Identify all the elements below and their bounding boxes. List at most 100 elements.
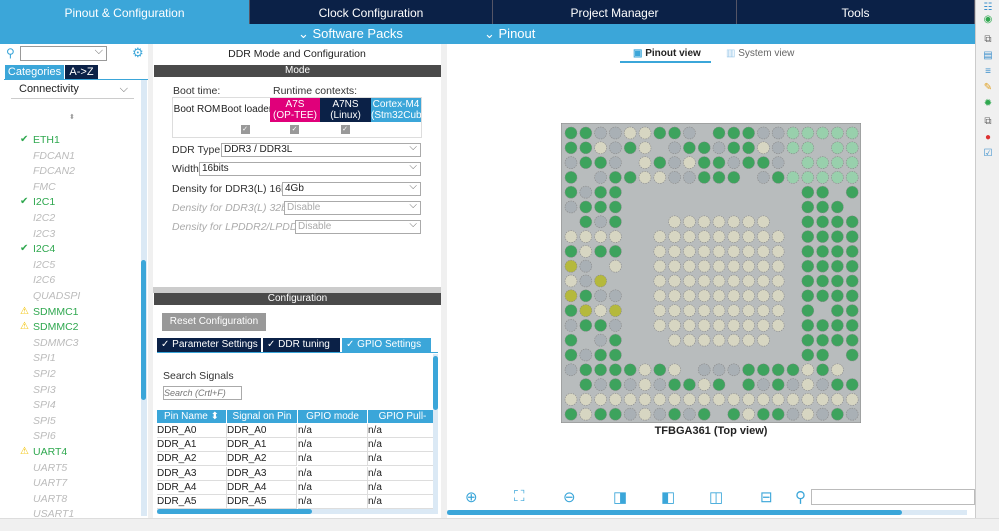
table-cell[interactable]: DDR_A3 bbox=[157, 466, 227, 481]
pin[interactable] bbox=[816, 363, 829, 377]
pin[interactable] bbox=[653, 245, 667, 258]
pin[interactable] bbox=[609, 171, 622, 184]
context-checkbox[interactable]: ✓ bbox=[290, 125, 299, 134]
pin[interactable] bbox=[609, 378, 622, 391]
pin[interactable] bbox=[594, 348, 607, 362]
pin[interactable] bbox=[609, 141, 622, 155]
tab-ddr-tuning[interactable]: ✓ DDR tuning bbox=[263, 338, 340, 352]
pin[interactable] bbox=[564, 141, 578, 155]
pin[interactable] bbox=[742, 156, 755, 169]
pin[interactable] bbox=[845, 185, 859, 199]
pin[interactable] bbox=[845, 407, 859, 421]
sidebar-item[interactable]: ⚠ SDMMC1 bbox=[20, 306, 79, 318]
pin[interactable] bbox=[816, 230, 829, 243]
pin[interactable] bbox=[623, 393, 637, 406]
sidebar-item[interactable]: ✔ ETH1 bbox=[20, 134, 60, 146]
sidebar-item[interactable]: UART8 bbox=[33, 493, 67, 505]
sidebar-item[interactable]: SDMMC3 bbox=[33, 337, 79, 349]
pin[interactable] bbox=[638, 393, 652, 406]
sidebar-item[interactable]: ✔ I2C1 bbox=[20, 196, 55, 208]
flip-horizontal-icon[interactable]: ⊟ bbox=[760, 488, 773, 506]
pin[interactable] bbox=[801, 156, 815, 169]
pin[interactable] bbox=[683, 274, 696, 288]
pin[interactable] bbox=[683, 215, 696, 229]
chip-icon[interactable]: ✹ bbox=[982, 98, 994, 110]
pin[interactable] bbox=[727, 230, 741, 243]
pin[interactable] bbox=[742, 289, 755, 303]
pin[interactable] bbox=[771, 393, 785, 406]
pin[interactable] bbox=[653, 156, 667, 169]
pin[interactable] bbox=[653, 259, 667, 273]
pin[interactable] bbox=[742, 215, 755, 229]
pin[interactable] bbox=[638, 407, 652, 421]
pin[interactable] bbox=[712, 141, 726, 155]
tool-icon[interactable]: ✎ bbox=[982, 82, 994, 94]
pin[interactable] bbox=[831, 215, 844, 229]
pin[interactable] bbox=[727, 215, 741, 229]
pin[interactable] bbox=[742, 141, 755, 155]
pin[interactable] bbox=[609, 200, 622, 214]
pin[interactable] bbox=[771, 274, 785, 288]
pin[interactable] bbox=[697, 333, 711, 347]
pin[interactable] bbox=[683, 407, 696, 421]
pin[interactable] bbox=[771, 289, 785, 303]
pin[interactable] bbox=[757, 259, 770, 273]
pin[interactable] bbox=[757, 171, 770, 184]
pin[interactable] bbox=[845, 378, 859, 391]
pin[interactable] bbox=[757, 215, 770, 229]
pin[interactable] bbox=[771, 141, 785, 155]
pin[interactable] bbox=[712, 289, 726, 303]
pin[interactable] bbox=[801, 171, 815, 184]
pin[interactable] bbox=[757, 319, 770, 332]
pin[interactable] bbox=[594, 393, 607, 406]
pin[interactable] bbox=[712, 319, 726, 332]
sidebar-item[interactable]: SPI6 bbox=[33, 430, 56, 442]
pin[interactable] bbox=[771, 407, 785, 421]
col-gpio-pull[interactable]: GPIO Pull-up/... bbox=[368, 410, 437, 435]
pin[interactable] bbox=[564, 407, 578, 421]
pin[interactable] bbox=[683, 245, 696, 258]
pin[interactable] bbox=[712, 156, 726, 169]
reset-configuration-button[interactable]: Reset Configuration bbox=[162, 313, 266, 331]
pin[interactable] bbox=[786, 141, 800, 155]
pin[interactable] bbox=[757, 333, 770, 347]
pin[interactable] bbox=[845, 215, 859, 229]
pin[interactable] bbox=[742, 230, 755, 243]
table-cell[interactable]: DDR_A1 bbox=[157, 438, 227, 453]
pin[interactable] bbox=[579, 259, 593, 273]
pin[interactable] bbox=[564, 156, 578, 169]
pin[interactable] bbox=[564, 393, 578, 406]
tab-parameter-settings[interactable]: ✓ Parameter Settings bbox=[157, 338, 261, 352]
tab-a-z[interactable]: A->Z bbox=[65, 65, 98, 79]
pin[interactable] bbox=[801, 274, 815, 288]
pin[interactable] bbox=[594, 185, 607, 199]
pin[interactable] bbox=[564, 200, 578, 214]
pin[interactable] bbox=[771, 259, 785, 273]
pin[interactable] bbox=[683, 126, 696, 140]
sidebar-item[interactable]: SPI1 bbox=[33, 352, 56, 364]
pin[interactable] bbox=[757, 141, 770, 155]
pin[interactable] bbox=[653, 171, 667, 184]
pin[interactable] bbox=[579, 126, 593, 140]
pin[interactable] bbox=[653, 393, 667, 406]
gear-icon[interactable]: ⚙ bbox=[132, 45, 144, 61]
pin[interactable] bbox=[757, 289, 770, 303]
pin[interactable] bbox=[845, 289, 859, 303]
pin[interactable] bbox=[653, 378, 667, 391]
pin[interactable] bbox=[771, 304, 785, 317]
pin[interactable] bbox=[609, 185, 622, 199]
pin[interactable] bbox=[653, 363, 667, 377]
pinout-menu[interactable]: ⌄ Pinout bbox=[484, 26, 535, 42]
tab-tools[interactable]: Tools bbox=[737, 0, 975, 24]
pin[interactable] bbox=[831, 378, 844, 391]
pin[interactable] bbox=[801, 259, 815, 273]
pin[interactable] bbox=[564, 185, 578, 199]
pin[interactable] bbox=[757, 156, 770, 169]
field-select[interactable]: Disable bbox=[284, 200, 421, 215]
pin[interactable] bbox=[697, 215, 711, 229]
pin[interactable] bbox=[816, 407, 829, 421]
pin[interactable] bbox=[697, 259, 711, 273]
pin[interactable] bbox=[771, 363, 785, 377]
pin[interactable] bbox=[579, 245, 593, 258]
pin[interactable] bbox=[653, 407, 667, 421]
